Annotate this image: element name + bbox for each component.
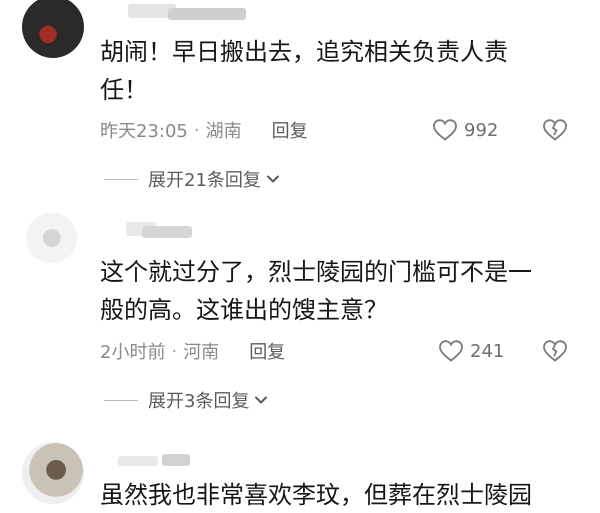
comment-text-line: 胡闹！早日搬出去，追究相关负责人责: [100, 38, 508, 66]
comment-location: 河南: [183, 342, 220, 363]
dislike-button[interactable]: [540, 336, 570, 366]
chevron-down-icon: [255, 396, 268, 404]
comment-text-line: 虽然我也非常喜欢李玟，但葬在烈士陵园: [100, 481, 532, 509]
comment-meta: 2小时前 · 河南 回复: [100, 336, 285, 366]
like-button[interactable]: 241: [438, 336, 504, 366]
separator: ·: [171, 340, 178, 362]
comment-meta: 昨天23:05 · 湖南 回复: [100, 115, 308, 145]
like-count: 241: [470, 340, 505, 362]
avatar[interactable]: [22, 0, 84, 58]
reply-button[interactable]: 回复: [249, 338, 285, 364]
comment-time: 昨天23:05: [100, 121, 188, 142]
avatar[interactable]: [22, 442, 84, 504]
username-redacted[interactable]: [118, 456, 158, 466]
broken-heart-icon: [543, 340, 567, 362]
broken-heart-icon: [543, 119, 567, 141]
comment-text-line: 任！: [100, 76, 148, 104]
dislike-button[interactable]: [540, 115, 570, 145]
like-count: 992: [464, 119, 499, 141]
divider: [104, 399, 138, 401]
comment-text-line: 这个就过分了，烈士陵园的门槛可不是一: [100, 258, 532, 286]
comment-section: 胡闹！早日搬出去，追究相关负责人责 任！ 昨天23:05 · 湖南 回复 992…: [0, 0, 600, 513]
comment-text: 虽然我也非常喜欢李玟，但葬在烈士陵园: [100, 476, 570, 513]
username-redacted[interactable]: [142, 226, 192, 238]
separator: ·: [193, 119, 200, 141]
avatar[interactable]: [22, 212, 84, 274]
expand-replies-button[interactable]: 展开3条回复: [104, 386, 269, 414]
divider: [104, 178, 138, 180]
username-redacted[interactable]: [162, 454, 190, 466]
heart-outline-icon: [439, 340, 463, 362]
expand-replies-label: 展开3条回复: [148, 391, 250, 412]
expand-replies-label: 展开21条回复: [148, 170, 261, 191]
chevron-down-icon: [266, 175, 279, 183]
comment-text-line: 般的高。这谁出的馊主意？: [100, 296, 388, 324]
username-redacted[interactable]: [168, 8, 246, 20]
comment-location: 湖南: [205, 121, 242, 142]
heart-outline-icon: [433, 119, 457, 141]
comment-text: 胡闹！早日搬出去，追究相关负责人责 任！: [100, 33, 570, 109]
comment-time: 2小时前: [100, 342, 166, 363]
comment-text: 这个就过分了，烈士陵园的门槛可不是一 般的高。这谁出的馊主意？: [100, 253, 570, 329]
like-button[interactable]: 992: [432, 115, 498, 145]
reply-button[interactable]: 回复: [272, 117, 308, 143]
expand-replies-button[interactable]: 展开21条回复: [104, 165, 281, 193]
